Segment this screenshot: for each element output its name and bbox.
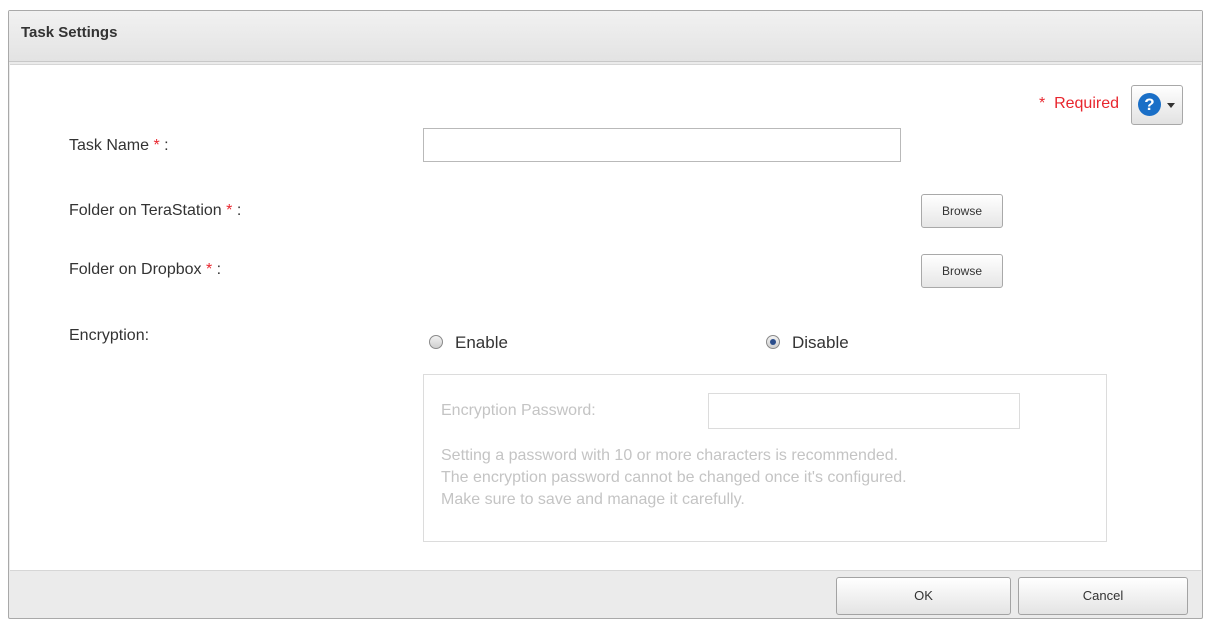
encryption-disable-radio[interactable]: Disable [766,333,886,353]
encryption-note: Setting a password with 10 or more chara… [441,445,1081,511]
folder-terastation-label: Folder on TeraStation [69,202,222,219]
encryption-password-label: Encryption Password: [441,402,596,419]
task-name-label: Task Name [69,137,150,154]
encryption-password-input [708,393,1020,429]
task-settings-dialog: Task Settings * Required ? Task Name * :… [8,10,1203,619]
browse-terastation-button[interactable]: Browse [921,194,1003,228]
disable-label: Disable [792,333,849,352]
radio-checked-icon [766,335,780,349]
top-strip [0,0,1207,10]
encryption-enable-radio[interactable]: Enable [429,333,549,353]
help-button[interactable]: ? [1131,85,1183,125]
encryption-label: Encryption: [69,327,150,344]
task-name-colon: : [159,137,169,154]
dialog-titlebar: Task Settings [9,11,1202,62]
encryption-note-line: Make sure to save and manage it carefull… [441,491,745,508]
ok-button[interactable]: OK [836,577,1011,615]
folder-terastation-label-row: Folder on TeraStation * : [69,202,241,220]
chevron-down-icon [1167,103,1175,108]
required-legend: * Required [1039,95,1119,113]
task-name-label-row: Task Name * : [69,137,169,155]
dialog-title: Task Settings [21,24,118,41]
task-name-input[interactable] [423,128,901,162]
folder-dropbox-label-row: Folder on Dropbox * : [69,261,221,279]
folder-dropbox-label: Folder on Dropbox [69,261,202,278]
radio-unchecked-icon [429,335,443,349]
required-label: Required [1054,95,1119,112]
dialog-content: * Required ? Task Name * : Folder on Ter… [10,64,1201,571]
question-circle-icon: ? [1138,93,1161,116]
folder-terastation-colon: : [232,202,242,219]
enable-label: Enable [455,333,508,352]
cancel-button[interactable]: Cancel [1018,577,1188,615]
encryption-note-line: The encryption password cannot be change… [441,469,907,486]
required-star: * [1038,95,1046,112]
encryption-password-panel: Encryption Password: Setting a password … [423,374,1107,542]
encryption-note-line: Setting a password with 10 or more chara… [441,447,899,464]
folder-dropbox-colon: : [212,261,222,278]
browse-dropbox-button[interactable]: Browse [921,254,1003,288]
